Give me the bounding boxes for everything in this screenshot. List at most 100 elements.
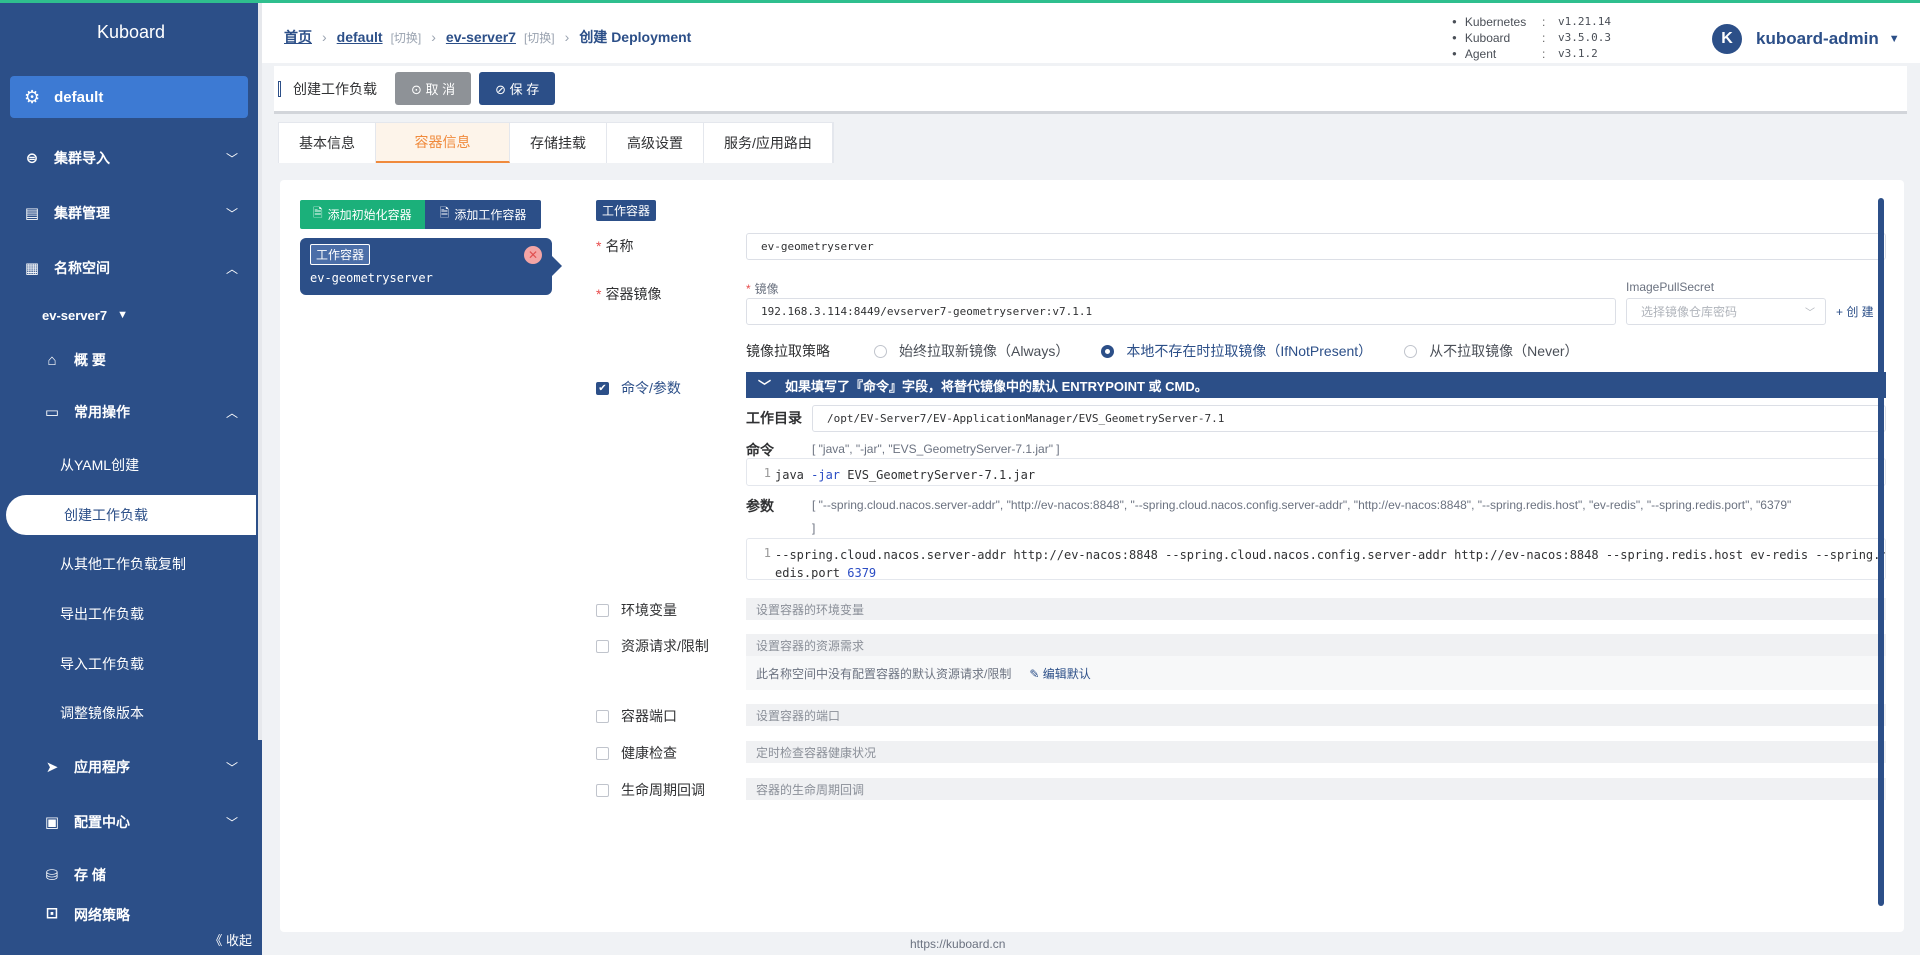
command-notice-bar[interactable]: ﹀ 如果填写了『命令』字段，将替代镜像中的默认 ENTRYPOINT 或 CMD。 [746,372,1886,398]
health-checkbox[interactable]: 健康检查 [596,743,677,763]
checkbox-label: 生命周期回调 [621,782,705,798]
sidebar-item-label: 网络策略 [74,907,130,923]
breadcrumb-cluster[interactable]: default [337,29,383,45]
workdir-input[interactable]: /opt/EV-Server7/EV-ApplicationManager/EV… [812,405,1886,432]
sidebar-sub-copy-workload[interactable]: 从其他工作负载复制 [0,544,262,584]
tab-service-route[interactable]: 服务/应用路由 [704,123,833,163]
sidebar-item-label: 存 储 [74,867,106,883]
pull-never-radio[interactable]: 从不拉取镜像（Never） [1404,341,1579,361]
radio-label: 始终拉取新镜像（Always） [899,343,1070,359]
command-hint: [ "java", "-jar", "EVS_GeometryServer-7.… [812,442,1060,456]
container-card[interactable]: 工作容器 ev-geometryserver ✕ [300,238,562,295]
chevron-down-icon: ﹀ [225,815,238,830]
sidebar-scrollbar[interactable] [258,0,262,740]
sidebar-sub-adjust-image[interactable]: 调整镜像版本 [0,693,262,733]
file-plus-icon: 🗎 [313,206,323,220]
user-menu[interactable]: K kuboard-admin ▼ [1712,24,1900,54]
sidebar-item-label: 常用操作 [74,404,130,420]
radio-dot [1404,344,1418,358]
chevron-up-icon: ︿ [225,405,238,420]
caret-down-icon: ▼ [117,309,128,321]
sidebar-sub-export-workload[interactable]: 导出工作负载 [0,594,262,634]
command-editor[interactable]: 1 java -jar EVS_GeometryServer-7.1.jar [746,458,1886,486]
breadcrumb-home[interactable]: 首页 [284,27,312,47]
pull-ifnotpresent-radio[interactable]: 本地不存在时拉取镜像（IfNotPresent） [1101,341,1372,361]
sidebar-item-namespace[interactable]: ▦ 名称空间 ︿ [0,248,262,288]
sidebar-item-network[interactable]: ⊡ 网络策略 [0,905,262,925]
sidebar-sub-from-yaml[interactable]: 从YAML创建 [0,445,262,485]
version-colon: : [1542,31,1546,45]
footer-link[interactable]: https://kuboard.cn [910,937,1005,951]
sidebar-item-storage[interactable]: ⛁ 存 储 [0,855,262,895]
port-checkbox[interactable]: 容器端口 [596,706,677,726]
sidebar-item-overview[interactable]: ⌂ 概 要 [0,340,262,380]
code-keyword: -jar [811,468,841,482]
code-number: 6379 [847,566,877,580]
args-hint-end: ] [812,521,816,535]
sidebar-item-label: 集群管理 [54,205,110,221]
version-value: v1.21.14 [1558,15,1611,28]
tab-bar: 基本信息 容器信息 存储挂载 高级设置 服务/应用路由 [278,122,834,163]
tab-basic-info[interactable]: 基本信息 [279,123,376,163]
tab-container-info[interactable]: 容器信息 [376,123,510,163]
namespace-card[interactable]: ⚙ default [10,76,248,118]
cancel-button[interactable]: ⊙ 取 消 [395,72,472,105]
notice-text: 如果填写了『命令』字段，将替代镜像中的默认 ENTRYPOINT 或 CMD。 [785,378,1208,394]
sidebar-sub-import-workload[interactable]: 导入工作负载 [0,644,262,684]
close-icon[interactable]: ✕ [524,246,542,264]
cluster-switch-link[interactable]: [切换] [391,29,422,46]
tab-advanced[interactable]: 高级设置 [607,123,704,163]
resource-placeholder-bar[interactable]: 设置容器的资源需求 [746,634,1886,656]
sidebar-item-label: 配置中心 [74,814,130,830]
health-placeholder-bar[interactable]: 定时检查容器健康状况 [746,741,1886,763]
line-number: 1 [763,466,771,480]
pull-secret-select[interactable]: 选择镜像仓库密码 ﹀ [1626,298,1826,325]
pull-secret-label: ImagePullSecret [1626,280,1715,294]
save-button[interactable]: ⊘ 保 存 [479,72,556,105]
breadcrumb-namespace[interactable]: ev-server7 [446,29,516,45]
sidebar-item-config[interactable]: ▣ 配置中心 ﹀ [0,802,262,842]
header: 首页 › default [切换] › ev-server7 [切换] › 创建… [262,3,1920,63]
tab-storage-mount[interactable]: 存储挂载 [510,123,607,163]
args-editor[interactable]: 1 --spring.cloud.nacos.server-addr http:… [746,538,1886,580]
sidebar-item-cluster-import[interactable]: ⊜ 集群导入 ﹀ [0,138,262,178]
label-text: 容器镜像 [605,286,662,302]
image-input[interactable]: 192.168.3.114:8449/evserver7-geometryser… [746,298,1616,325]
sidebar-item-label: 概 要 [74,352,106,368]
label-text: 名称 [605,238,634,254]
sidebar-item-cluster-manage[interactable]: ▤ 集群管理 ﹀ [0,193,262,233]
radio-dot [874,344,887,358]
name-input[interactable]: ev-geometryserver [746,233,1886,260]
chevron-down-icon: ﹀ [225,206,238,221]
checkbox-box [596,746,609,760]
collapse-button[interactable]: 《 收起 [209,930,252,949]
edit-default-link[interactable]: ✎ 编辑默认 [1029,665,1090,682]
namespace-selector[interactable]: ev-server7 ▼ [0,295,262,335]
namespace-switch-link[interactable]: [切换] [524,29,555,46]
checkbox-box [596,639,609,653]
add-work-container-button[interactable]: 🗎 添加工作容器 [424,200,542,229]
resource-checkbox[interactable]: 资源请求/限制 [596,636,709,656]
content-scrollbar[interactable] [1878,198,1884,906]
command-checkbox[interactable]: ✔ 命令/参数 [596,378,681,398]
container-card-name: ev-geometryserver [310,271,433,285]
sidebar-item-common-ops[interactable]: ▭ 常用操作 ︿ [0,392,262,432]
port-placeholder-bar[interactable]: 设置容器的端口 [746,704,1886,726]
lifecycle-placeholder-bar[interactable]: 容器的生命周期回调 [746,778,1886,800]
brand-logo: Kuboard [96,21,166,42]
env-placeholder-bar[interactable]: 设置容器的环境变量 [746,598,1886,620]
sidebar-item-apps[interactable]: ➤ 应用程序 ﹀ [0,747,262,787]
toolbar-title: 创建工作负载 [293,80,377,97]
chevron-down-icon: ﹀ [225,760,238,775]
create-secret-link[interactable]: + 创 建 [1836,303,1874,320]
button-label: 添加工作容器 [454,208,527,222]
chevron-right-icon: › [322,29,327,45]
lifecycle-checkbox[interactable]: 生命周期回调 [596,780,705,800]
version-value: v3.1.2 [1558,47,1598,60]
chevron-right-icon: › [431,29,436,45]
sidebar-sub-create-workload[interactable]: 创建工作负载 [6,495,256,535]
add-init-container-button[interactable]: 🗎 添加初始化容器 [300,200,425,229]
send-icon: ➤ [45,759,59,776]
pull-always-radio[interactable]: 始终拉取新镜像（Always） [874,341,1069,361]
env-checkbox[interactable]: 环境变量 [596,600,677,620]
